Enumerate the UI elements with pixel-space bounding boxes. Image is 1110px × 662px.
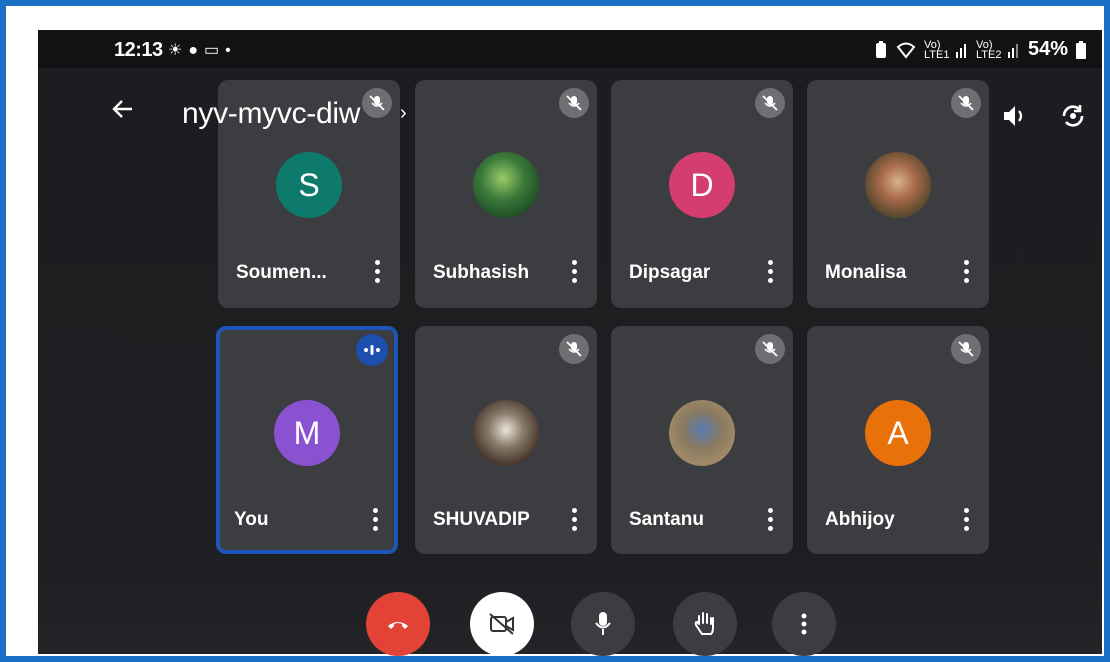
signal-icon [955, 43, 966, 58]
muted-mic-icon [951, 88, 981, 118]
status-icons: ☀ ● ▭ • [168, 40, 237, 60]
account-icon: ● [188, 42, 199, 59]
more-vert-icon[interactable] [767, 508, 773, 534]
microphone-button[interactable] [571, 592, 635, 656]
avatar-photo [865, 152, 931, 218]
participant-tile[interactable]: SHUVADIP [415, 326, 597, 554]
camera-switch-icon[interactable] [1057, 100, 1089, 132]
back-button[interactable] [110, 96, 136, 129]
participant-name: Santanu [629, 509, 704, 530]
arrow-left-icon [112, 100, 132, 118]
speaking-indicator-icon [356, 334, 388, 366]
status-time: 12:13 [114, 39, 163, 61]
participant-tile[interactable]: Santanu [611, 326, 793, 554]
signal-icon [1007, 43, 1018, 58]
end-call-button[interactable] [366, 592, 430, 656]
participant-tile[interactable]: A Abhijoy [807, 326, 989, 554]
more-vert-icon[interactable] [571, 508, 577, 534]
participant-tile[interactable]: Monalisa [807, 80, 989, 308]
participant-name: Subhasish [433, 262, 530, 283]
battery-percent: 54% [1027, 38, 1068, 60]
network-lte1: Vo) LTE1 [923, 38, 950, 61]
microphone-icon [595, 612, 611, 635]
avatar-photo [473, 152, 539, 218]
hand-icon [694, 612, 714, 635]
more-vert-icon[interactable] [963, 260, 969, 286]
avatar: D [669, 152, 735, 218]
weather-icon: ☀ [168, 42, 183, 59]
more-vert-icon[interactable] [767, 260, 773, 286]
participant-name: Abhijoy [825, 509, 895, 530]
participant-name: Monalisa [825, 262, 907, 283]
muted-mic-icon [951, 334, 981, 364]
participant-name: You [234, 509, 269, 530]
status-bar: 12:13 ☀ ● ▭ • Vo) LTE1 Vo) LTE2 54% [38, 30, 1102, 68]
more-vert-icon[interactable] [374, 260, 380, 286]
self-tile[interactable]: M You [216, 326, 398, 554]
battery-icon [1076, 40, 1086, 59]
participant-tile[interactable]: Subhasish [415, 80, 597, 308]
participant-name: Soumen... [236, 262, 327, 283]
muted-mic-icon [559, 334, 589, 364]
participant-name: Dipsagar [629, 262, 711, 283]
status-dot: • [225, 42, 231, 59]
muted-mic-icon [755, 88, 785, 118]
avatar-photo [473, 400, 539, 466]
avatar: M [274, 400, 340, 466]
more-options-button[interactable] [772, 592, 836, 656]
cast-icon: ▭ [204, 42, 220, 59]
participant-tile[interactable]: D Dipsagar [611, 80, 793, 308]
network-lte2: Vo) LTE2 [975, 38, 1002, 61]
chevron-right-icon[interactable]: › [400, 102, 407, 125]
phone-hangup-icon [388, 622, 408, 629]
wifi-icon [896, 42, 916, 59]
more-vert-icon[interactable] [963, 508, 969, 534]
avatar: S [276, 152, 342, 218]
avatar: A [865, 400, 931, 466]
status-right: Vo) LTE1 Vo) LTE2 54% [874, 38, 1086, 61]
meeting-code[interactable]: nyv-myvc-diw [182, 97, 360, 131]
muted-mic-icon [559, 88, 589, 118]
camera-toggle-button[interactable] [470, 592, 534, 656]
avatar-photo [669, 400, 735, 466]
raise-hand-button[interactable] [673, 592, 737, 656]
battery-saver-icon [875, 40, 886, 58]
speaker-icon[interactable] [1000, 101, 1030, 131]
more-vert-icon[interactable] [372, 508, 378, 534]
participant-name: SHUVADIP [433, 509, 530, 530]
muted-mic-icon [755, 334, 785, 364]
more-vert-icon[interactable] [571, 260, 577, 286]
camera-off-icon [489, 613, 514, 635]
muted-mic-icon [362, 88, 392, 118]
more-vert-icon [801, 613, 807, 635]
